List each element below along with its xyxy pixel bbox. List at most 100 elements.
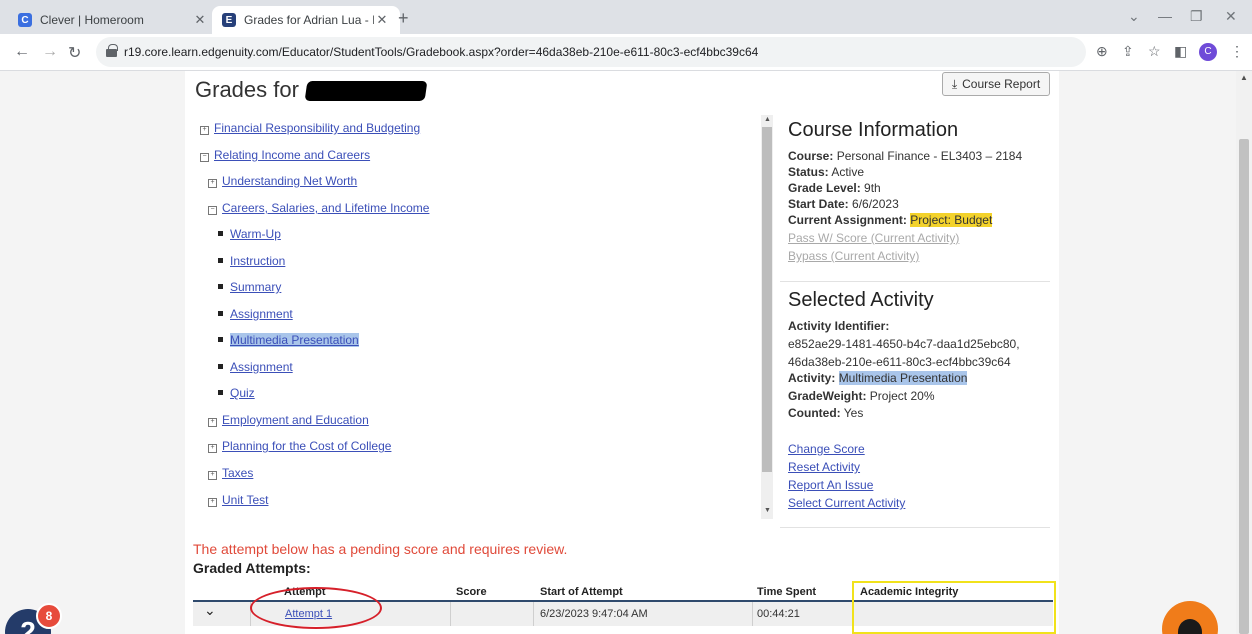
start-of-attempt-cell: 6/23/2023 9:47:04 AM [540, 608, 648, 620]
edgenuity-icon: E [222, 13, 236, 27]
tree-item-taxes[interactable]: + Taxes [208, 466, 253, 480]
browser-toolbar: ← → ↻ r19.core.learn.edgenuity.com/Educa… [0, 34, 1252, 71]
scroll-up-icon[interactable]: ▲ [1240, 73, 1248, 82]
back-button[interactable]: ← [14, 43, 30, 61]
yellow-box-annotation [852, 581, 1056, 634]
scroll-up-icon[interactable]: ▲ [764, 116, 771, 123]
chat-icon [1178, 619, 1202, 634]
bookmark-star-icon[interactable]: ☆ [1148, 43, 1161, 60]
close-tab-icon[interactable]: ✕ [374, 12, 390, 28]
tree-link[interactable]: Instruction [230, 254, 285, 268]
menu-kebab-icon[interactable]: ⋮ [1230, 43, 1244, 60]
scroll-down-icon[interactable]: ▼ [764, 507, 771, 514]
cell-divider [450, 602, 451, 626]
tree-link[interactable]: Employment and Education [222, 413, 369, 427]
course-report-label: Course Report [962, 77, 1041, 91]
close-window-button[interactable]: ✕ [1225, 8, 1237, 25]
tree-item-unit-test[interactable]: + Unit Test [208, 493, 268, 507]
counted-row: Counted: Yes [788, 406, 864, 420]
tree-link[interactable]: Financial Responsibility and Budgeting [214, 121, 420, 135]
notification-count-badge: 8 [36, 603, 62, 629]
tree-item-careers-salaries[interactable]: − Careers, Salaries, and Lifetime Income [208, 201, 429, 215]
scrollbar-thumb[interactable] [1239, 139, 1249, 634]
bullet-icon [218, 337, 223, 342]
select-current-activity-link[interactable]: Select Current Activity [788, 496, 905, 510]
tree-item-employment[interactable]: + Employment and Education [208, 413, 369, 427]
tree-scrollbar[interactable]: ▲ ▼ [761, 115, 773, 519]
grade-weight-row: GradeWeight: Project 20% [788, 389, 935, 403]
tree-link[interactable]: Relating Income and Careers [214, 148, 370, 162]
tree-link[interactable]: Taxes [222, 466, 253, 480]
cell-divider [533, 602, 534, 626]
download-icon: ⤓ [951, 76, 958, 91]
tree-link[interactable]: Understanding Net Worth [222, 174, 357, 188]
profile-avatar[interactable]: C [1199, 43, 1217, 61]
expand-icon: + [208, 179, 217, 188]
page-scrollbar[interactable]: ▲ [1236, 71, 1252, 634]
tree-link[interactable]: Planning for the Cost of College [222, 439, 391, 453]
course-report-button[interactable]: ⤓ Course Report [942, 72, 1050, 96]
page-title: Grades for [195, 77, 299, 102]
tab-clever[interactable]: C Clever | Homeroom ✕ [8, 6, 218, 34]
tree-link[interactable]: Careers, Salaries, and Lifetime Income [222, 201, 429, 215]
tree-item-multimedia-presentation[interactable]: Multimedia Presentation [218, 333, 359, 347]
bypass-link[interactable]: Bypass (Current Activity) [788, 249, 919, 263]
cell-divider [752, 602, 753, 626]
tree-item-warm-up[interactable]: Warm-Up [218, 227, 281, 241]
side-panel-icon[interactable]: ◧ [1174, 43, 1187, 60]
activity-row: Activity: Multimedia Presentation [788, 371, 968, 385]
time-spent-cell: 00:44:21 [757, 608, 800, 620]
scrollbar-thumb[interactable] [762, 127, 772, 472]
change-score-link[interactable]: Change Score [788, 442, 865, 456]
tree-item-relating-income[interactable]: − Relating Income and Careers [200, 148, 370, 162]
tree-link-selected[interactable]: Multimedia Presentation [230, 333, 359, 347]
tree-item-summary[interactable]: Summary [218, 280, 281, 294]
address-bar[interactable]: r19.core.learn.edgenuity.com/Educator/St… [96, 37, 1086, 67]
column-header-start: Start of Attempt [540, 586, 623, 598]
tree-item-financial-responsibility[interactable]: + Financial Responsibility and Budgeting [200, 121, 420, 135]
reset-activity-link[interactable]: Reset Activity [788, 460, 860, 474]
current-assignment-row: Current Assignment: Project: Budget [788, 213, 993, 227]
share-icon[interactable]: ⇪ [1122, 43, 1134, 60]
course-info-heading: Course Information [788, 119, 959, 141]
expand-icon: + [208, 498, 217, 507]
tree-item-cost-of-college[interactable]: + Planning for the Cost of College [208, 439, 391, 453]
grade-level-row: Grade Level: 9th [788, 181, 881, 195]
tab-title: Clever | Homeroom [40, 13, 144, 27]
tree-link[interactable]: Warm-Up [230, 227, 281, 241]
tree-item-net-worth[interactable]: + Understanding Net Worth [208, 174, 357, 188]
activity-id-label: Activity Identifier: [788, 319, 890, 333]
pass-with-score-link[interactable]: Pass W/ Score (Current Activity) [788, 231, 959, 245]
forward-button[interactable]: → [42, 43, 58, 61]
tree-link[interactable]: Assignment [230, 307, 293, 321]
reload-button[interactable]: ↻ [68, 43, 81, 63]
tree-item-quiz[interactable]: Quiz [218, 386, 255, 400]
tab-search-icon[interactable]: ⌄ [1128, 8, 1140, 25]
tree-item-instruction[interactable]: Instruction [218, 254, 285, 268]
divider [780, 281, 1050, 282]
new-tab-button[interactable]: + [398, 8, 409, 29]
tab-grades[interactable]: E Grades for Adrian Lua - Imagine ✕ [212, 6, 400, 34]
tree-item-assignment-2[interactable]: Assignment [218, 360, 293, 374]
tree-item-assignment-1[interactable]: Assignment [218, 307, 293, 321]
tree-link[interactable]: Assignment [230, 360, 293, 374]
chat-button[interactable] [1162, 601, 1218, 634]
expand-row-chevron-icon[interactable]: ⌄ [204, 602, 216, 619]
collapse-icon: − [208, 206, 217, 215]
red-circle-annotation [250, 587, 382, 629]
restore-button[interactable]: ❐ [1190, 8, 1203, 25]
report-issue-link[interactable]: Report An Issue [788, 478, 873, 492]
tab-title: Grades for Adrian Lua - Imagine [244, 13, 374, 27]
pending-score-message: The attempt below has a pending score an… [193, 541, 568, 557]
close-tab-icon[interactable]: ✕ [192, 12, 208, 28]
start-date-row: Start Date: 6/6/2023 [788, 197, 899, 211]
tree-link[interactable]: Unit Test [222, 493, 268, 507]
expand-icon: + [208, 418, 217, 427]
zoom-icon[interactable]: ⊕ [1096, 43, 1108, 60]
bullet-icon [218, 364, 223, 369]
tree-link[interactable]: Summary [230, 280, 281, 294]
graded-attempts-heading: Graded Attempts: [193, 560, 311, 576]
collapse-icon: − [200, 153, 209, 162]
tree-link[interactable]: Quiz [230, 386, 255, 400]
minimize-button[interactable]: — [1158, 8, 1172, 24]
